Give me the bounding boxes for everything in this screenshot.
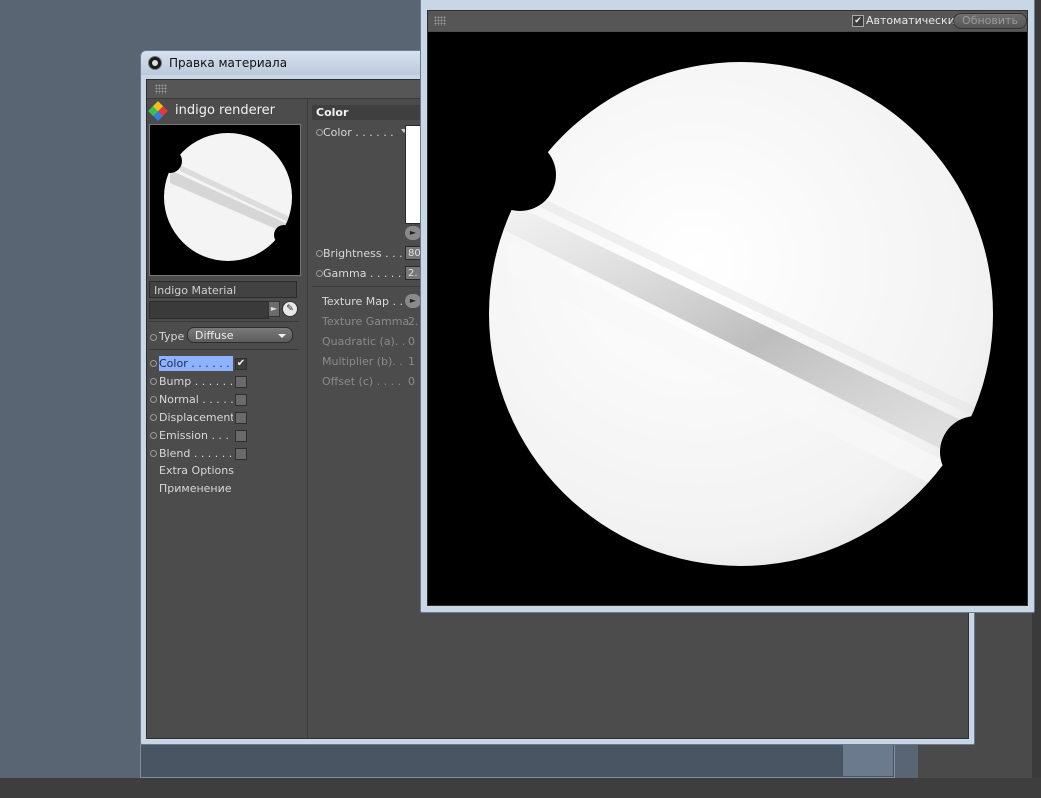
texture-gamma-label: Texture Gamma: [322, 315, 410, 328]
app-logo-icon: [148, 56, 162, 70]
type-select[interactable]: Diffuse: [187, 327, 293, 343]
channel-anim-dot-icon[interactable]: [150, 432, 157, 439]
material-preview[interactable]: [149, 124, 301, 276]
arrow-right-icon[interactable]: ►: [268, 301, 280, 317]
channel-normal-checkbox[interactable]: [235, 394, 247, 406]
offset-label: Offset (c) . . . .: [322, 375, 402, 388]
divider: [149, 321, 299, 322]
render-viewer-client: ✔ Автоматически Обновить: [427, 10, 1028, 606]
material-name-field[interactable]: Indigo Material: [149, 281, 297, 298]
channel-anim-dot-icon[interactable]: [150, 360, 157, 367]
channel-color-checkbox[interactable]: ✔: [235, 358, 247, 370]
material-preview-sphere: [158, 133, 294, 261]
multiplier-value: 1: [408, 355, 415, 368]
type-anim-dot-icon[interactable]: [150, 334, 157, 341]
channel-bump-checkbox[interactable]: [235, 376, 247, 388]
brightness-anim-dot-icon[interactable]: [316, 250, 323, 257]
section-title: Color: [312, 105, 426, 120]
texture-map-label: Texture Map . .: [322, 295, 403, 308]
divider: [312, 286, 422, 287]
channel-blend[interactable]: Blend . . . . . . .: [159, 446, 233, 461]
type-select-value: Diffuse: [195, 329, 234, 342]
arrow-right-icon[interactable]: ►: [405, 226, 421, 240]
channel-anim-dot-icon[interactable]: [150, 414, 157, 421]
arrow-right-icon[interactable]: ►: [405, 294, 421, 308]
renderer-logo-text: indigo renderer: [175, 103, 276, 118]
texture-gamma-value: 2.: [408, 315, 419, 328]
channel-displacement[interactable]: Displacement: [159, 410, 233, 425]
apply-item[interactable]: Применение: [159, 482, 232, 495]
channel-anim-dot-icon[interactable]: [150, 378, 157, 385]
picker-icon[interactable]: ✎: [282, 301, 298, 317]
channel-normal[interactable]: Normal . . . . .: [159, 392, 233, 407]
divider: [149, 349, 299, 350]
channel-displacement-checkbox[interactable]: [235, 412, 247, 424]
auto-update-checkbox[interactable]: ✔: [852, 15, 864, 27]
multiplier-label: Multiplier (b). .: [322, 355, 403, 368]
material-link-field[interactable]: [149, 301, 269, 319]
channel-color[interactable]: Color . . . . . . .: [159, 356, 233, 371]
quadratic-value: 0: [408, 335, 415, 348]
grip-icon[interactable]: [434, 16, 446, 26]
render-sphere: [484, 62, 1012, 566]
material-editor-title: Правка материала: [169, 56, 288, 70]
offset-value: 0: [408, 375, 415, 388]
indigo-logo-icon: [148, 101, 168, 121]
type-label: Type: [159, 330, 185, 343]
gamma-anim-dot-icon[interactable]: [316, 270, 323, 277]
material-left-pane: indigo renderer Indigo Material ► ✎ Type…: [147, 99, 308, 738]
color-anim-dot-icon[interactable]: [316, 129, 323, 136]
channel-anim-dot-icon[interactable]: [150, 450, 157, 457]
chevron-down-icon: [278, 334, 286, 338]
gamma-label: Gamma . . . . . .: [323, 267, 409, 280]
extra-options-item[interactable]: Extra Options: [159, 464, 234, 477]
refresh-button[interactable]: Обновить: [953, 13, 1027, 29]
auto-update-label: Автоматически: [866, 14, 955, 27]
channel-bump[interactable]: Bump . . . . . . .: [159, 374, 233, 389]
render-viewer-toolbar: ✔ Автоматически Обновить: [428, 11, 1027, 31]
background-panel-corner: [843, 740, 893, 776]
channel-blend-checkbox[interactable]: [235, 448, 247, 460]
channel-emission[interactable]: Emission . . . .: [159, 428, 233, 443]
background-status-strip: [0, 778, 1041, 798]
channel-emission-checkbox[interactable]: [235, 430, 247, 442]
render-viewer-window: ✔ Автоматически Обновить: [420, 0, 1035, 613]
brightness-label: Brightness . . .: [323, 247, 403, 260]
quadratic-label: Quadratic (a). .: [322, 335, 406, 348]
color-param-label: Color . . . . . .: [323, 126, 394, 139]
channel-anim-dot-icon[interactable]: [150, 396, 157, 403]
render-image[interactable]: [428, 32, 1027, 605]
grip-icon[interactable]: [155, 84, 167, 94]
